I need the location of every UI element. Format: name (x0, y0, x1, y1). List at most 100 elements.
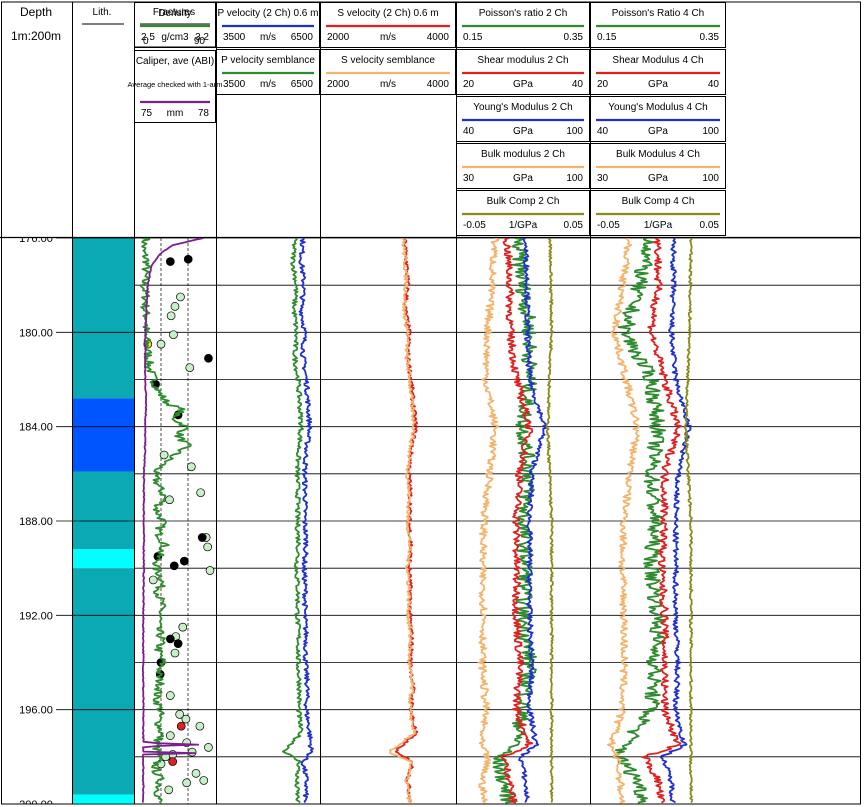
curve-line (141, 238, 204, 803)
curve-unit: GPa (648, 173, 668, 184)
depth-tick-label: 188.00 (19, 516, 53, 528)
fracture-point (166, 311, 176, 321)
depth-scale: 1m:200m (11, 29, 61, 43)
curve-header: Bulk Comp 2 Ch -0.05 1/GPa 0.05 (456, 190, 590, 236)
curve-scale-min: 20 (597, 79, 609, 90)
curve-scale-max: 0.35 (700, 32, 720, 43)
lithology-unit (73, 471, 134, 550)
curve-header: S velocity semblance 2000 m/s 4000 (320, 49, 456, 95)
fracture-point (191, 768, 201, 778)
curve-header: Bulk Modulus 4 Ch 30 GPa 100 (590, 143, 726, 189)
curve-unit: GPa (513, 126, 533, 137)
curve-scale-max: 4000 (427, 32, 450, 43)
curve-scale-max: 0.35 (564, 32, 584, 43)
curve-scale-min: 3500 (223, 32, 246, 43)
curve-scale-max: 100 (566, 173, 583, 184)
fracture-point (185, 363, 195, 373)
curve-scale-min: 75 (141, 108, 153, 119)
curve-title: Density (158, 8, 191, 19)
curve-header: Shear Modulus 4 Ch 20 GPa 40 (590, 49, 726, 95)
curve-line (607, 238, 640, 804)
fracture-point (199, 776, 209, 785)
lith-title: Lith. (93, 7, 112, 18)
curve-header: Bulk modulus 2 Ch 30 GPa 100 (456, 143, 590, 189)
curve-unit: GPa (648, 79, 668, 90)
curve-scale-max: 100 (566, 126, 583, 137)
curve-title: Bulk Comp 4 Ch (622, 196, 695, 207)
curve-header: Young's Modulus 2 Ch 40 GPa 100 (456, 96, 590, 142)
lithology-unit (73, 238, 134, 399)
curve-title: Young's Modulus 2 Ch (473, 102, 572, 113)
fracture-point (165, 731, 175, 740)
curve-unit: m/s (260, 79, 276, 90)
fracture-point (179, 556, 189, 566)
curve-title: Shear modulus 2 Ch (477, 55, 568, 66)
fracture-point (205, 566, 215, 575)
fracture-point (176, 292, 185, 302)
curve-title: Young's Modulus 4 Ch (608, 102, 707, 113)
fracture-point (178, 622, 188, 632)
fracture-point (183, 254, 193, 264)
depth-tick-label: 176.00 (19, 233, 53, 245)
curve-unit: 1/GPa (509, 220, 538, 231)
depth-tick-label: 192.00 (19, 610, 53, 622)
curve-header: P velocity (2 Ch) 0.6 m 3500 m/s 6500 (216, 2, 320, 48)
curve-header: P velocity semblance 3500 m/s 6500 (216, 49, 320, 95)
curve-line (683, 238, 694, 804)
curve-unit: GPa (513, 173, 533, 184)
curve-title: P velocity (2 Ch) 0.6 m (218, 8, 319, 19)
lithology-unit (73, 398, 134, 472)
curve-scale-min: 3500 (223, 79, 246, 90)
curve-scale-max: 40 (708, 79, 720, 90)
fracture-point (204, 743, 213, 752)
lithology-unit (73, 794, 134, 804)
fracture-point (165, 495, 174, 505)
fracture-point (168, 757, 178, 766)
curve-scale-max: 6500 (291, 79, 314, 90)
fracture-point (169, 561, 179, 571)
curve-unit: m/s (260, 32, 276, 43)
curve-scale-max: 100 (702, 173, 719, 184)
curve-line (477, 238, 500, 804)
curve-header: Shear modulus 2 Ch 20 GPa 40 (456, 49, 590, 95)
curve-scale-max: 4000 (427, 79, 450, 90)
curve-unit: m/s (380, 79, 396, 90)
fracture-point (186, 462, 196, 472)
curve-scale-min: 20 (463, 79, 475, 90)
curve-header: Poisson's Ratio 4 Ch 0.15 0.35 (590, 2, 726, 48)
fracture-point (170, 648, 180, 658)
curve-line (389, 238, 417, 804)
fracture-point (195, 721, 205, 731)
curve-title: P velocity semblance (221, 55, 315, 66)
curve-scale-max: 0.05 (700, 220, 720, 231)
fracture-point (173, 639, 183, 648)
curve-unit: m/s (380, 32, 396, 43)
curve-title: Bulk modulus 2 Ch (481, 149, 565, 160)
curve-header: Density 2.5 g/cm3 3.2 (134, 2, 216, 48)
curve-scale-min: 40 (597, 126, 609, 137)
curve-scale-max: 6500 (291, 32, 314, 43)
fracture-point (165, 634, 175, 644)
curve-header: Young's Modulus 4 Ch 40 GPa 100 (590, 96, 726, 142)
fracture-point (182, 778, 192, 788)
track-bodies: 176.00 180.00 184.00 188.00 192.00 196.00 200.… (19, 233, 861, 804)
curve-scale-min: -0.05 (597, 220, 620, 231)
curve-scale-max: 78 (198, 108, 210, 119)
fracture-point (181, 714, 191, 724)
depth-tick-label: 184.00 (19, 422, 53, 434)
curve-unit: g/cm3 (161, 32, 189, 43)
fracture-point (204, 353, 213, 363)
curve-title: Shear Modulus 4 Ch (612, 55, 703, 66)
curve-title: Caliper, ave (ABI) (136, 56, 214, 67)
curve-title: Bulk Modulus 4 Ch (616, 149, 700, 160)
curve-scale-min: 2.5 (141, 32, 155, 43)
curve-scale-min: 0.15 (463, 32, 483, 43)
curve-scale-min: 2000 (327, 79, 350, 90)
curve-scale-min: 0.15 (597, 32, 617, 43)
fracture-point (169, 330, 178, 340)
curve-unit: GPa (648, 126, 668, 137)
well-log-chart: 176.00180.00184.00188.00192.00196.00200.… (0, 1, 861, 805)
curve-title: S velocity (2 Ch) 0.6 m (337, 8, 438, 19)
curve-scale-max: 3.2 (195, 32, 209, 43)
curve-subtitle: Average checked with 1-arm (128, 80, 223, 89)
